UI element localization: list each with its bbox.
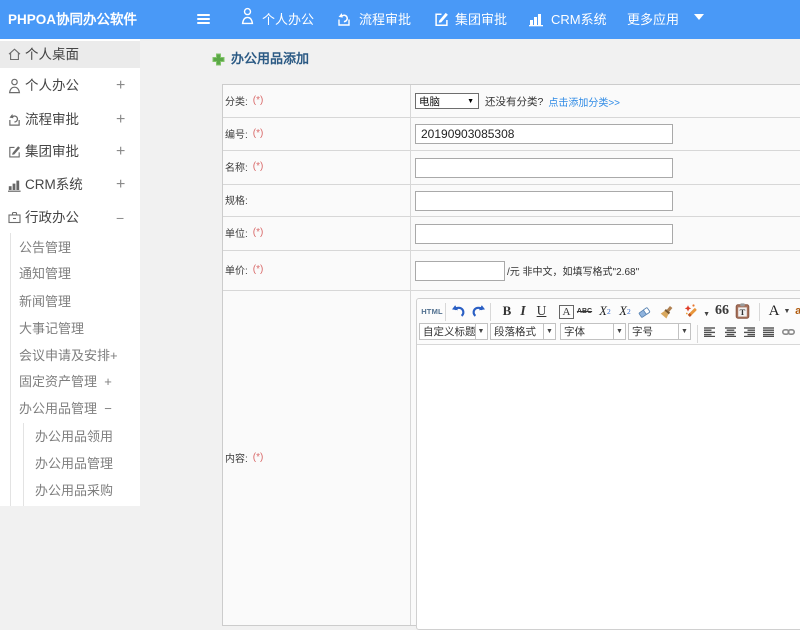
svg-text:T: T — [740, 307, 746, 317]
